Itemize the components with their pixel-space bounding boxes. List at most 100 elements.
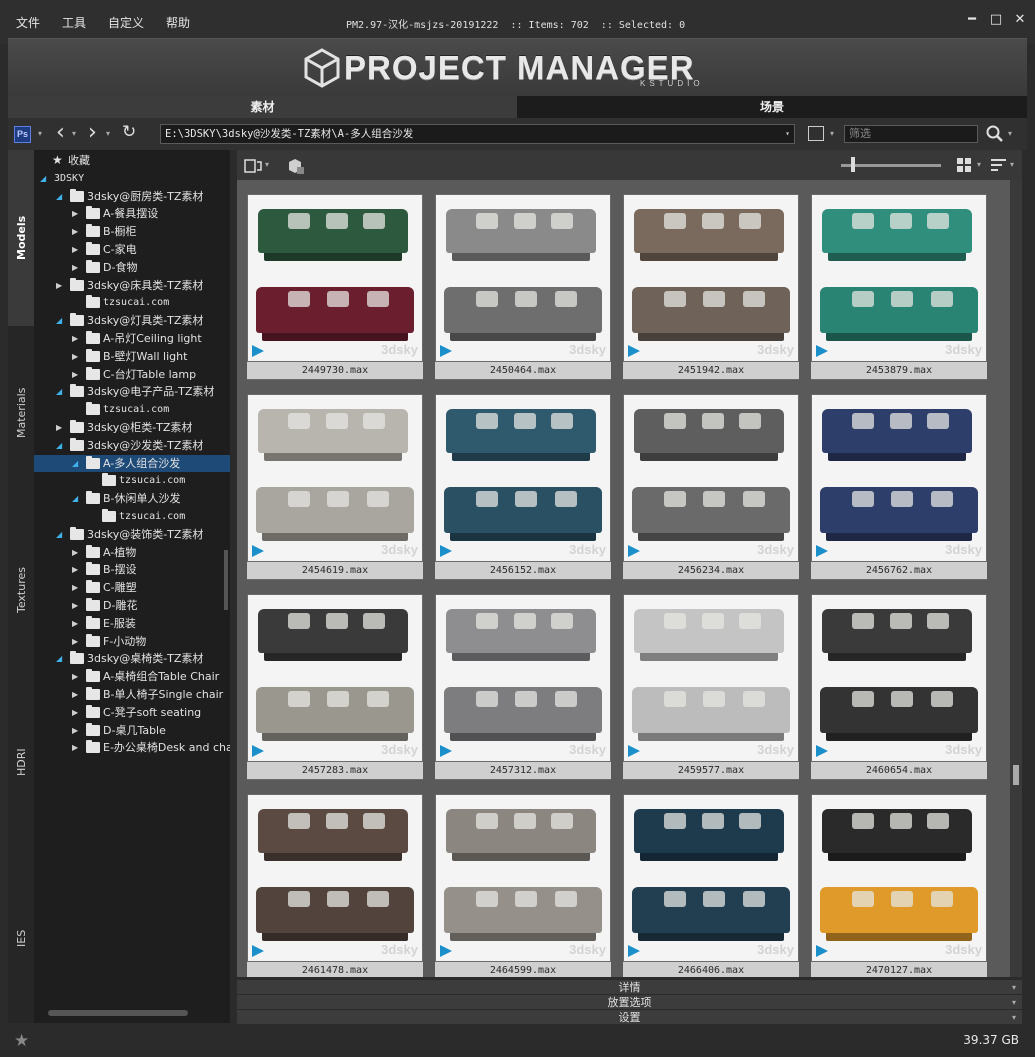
tree-item[interactable]: ◢ 3dsky@沙发类-TZ素材 [34, 437, 230, 454]
collapsed-arrow-icon[interactable]: ▶ [72, 241, 78, 258]
expanded-arrow-icon[interactable]: ◢ [40, 170, 46, 187]
collapsed-arrow-icon[interactable]: ▶ [72, 561, 78, 578]
tree-item[interactable]: tzsucai.com [34, 472, 230, 489]
tree-item[interactable]: ◢ 3dsky@厨房类-TZ素材 [34, 188, 230, 205]
forward-icon[interactable]: › [88, 120, 97, 145]
expanded-arrow-icon[interactable]: ◢ [56, 383, 62, 400]
collapsed-arrow-icon[interactable]: ▶ [72, 739, 78, 756]
collapsed-arrow-icon[interactable]: ▶ [72, 704, 78, 721]
back-dropdown-icon[interactable]: ▾ [72, 129, 76, 138]
zoom-slider-handle[interactable] [851, 157, 855, 172]
ps-dropdown-icon[interactable]: ▾ [38, 129, 42, 138]
minimize-button[interactable]: ━ [965, 12, 979, 27]
collapsed-arrow-icon[interactable]: ▶ [72, 259, 78, 276]
favorite-star-icon[interactable]: ★ [14, 1031, 29, 1051]
thumbnail-item[interactable]: 3dsky 2450464.max [435, 194, 611, 380]
grid-scroll-thumb[interactable] [1013, 765, 1019, 785]
checklist-dropdown-icon[interactable]: ▾ [830, 129, 834, 138]
panel-placement-options[interactable]: 放置选项 ▾ [237, 994, 1022, 1009]
menu-tools[interactable]: 工具 [62, 14, 86, 31]
collapsed-arrow-icon[interactable]: ▶ [72, 348, 78, 365]
maximize-button[interactable]: □ [989, 12, 1003, 27]
tree-item[interactable]: ▶ 3dsky@床具类-TZ素材 [34, 277, 230, 294]
thumbnail-item[interactable]: 3dsky 2461478.max [247, 794, 423, 977]
tab-scenes[interactable]: 场景 [517, 96, 1027, 118]
expanded-arrow-icon[interactable]: ◢ [56, 437, 62, 454]
panel-details[interactable]: 详情 ▾ [237, 979, 1022, 994]
thumbnail-item[interactable]: 3dsky 2457312.max [435, 594, 611, 780]
collapsed-arrow-icon[interactable]: ▶ [72, 579, 78, 596]
tree-item[interactable]: ▶ A-餐具摆设 [34, 205, 230, 222]
thumbnail-item[interactable]: 3dsky 2464599.max [435, 794, 611, 977]
model-preview-icon[interactable] [285, 156, 305, 176]
thumbnail-item[interactable]: 3dsky 2449730.max [247, 194, 423, 380]
path-field[interactable]: E:\3DSKY\3dsky@沙发类-TZ素材\A-多人组合沙发 ▾ [160, 124, 795, 144]
tree-item[interactable]: ◢ A-多人组合沙发 [34, 454, 230, 472]
thumbnail-item[interactable]: 3dsky 2453879.max [811, 194, 987, 380]
photoshop-icon[interactable]: Ps [14, 126, 31, 143]
swap-dropdown-icon[interactable]: ▾ [265, 160, 269, 169]
sort-dropdown-icon[interactable]: ▾ [1010, 160, 1014, 169]
menu-customize[interactable]: 自定义 [108, 14, 144, 31]
collapsed-arrow-icon[interactable]: ▶ [72, 205, 78, 222]
collapsed-arrow-icon[interactable]: ▶ [72, 366, 78, 383]
panel-settings[interactable]: 设置 ▾ [237, 1009, 1022, 1024]
tree-item[interactable]: ▶ B-橱柜 [34, 223, 230, 240]
tree-item[interactable]: ▶ D-雕花 [34, 597, 230, 614]
tree-item[interactable]: ▶ A-桌椅组合Table Chair [34, 668, 230, 685]
refresh-icon[interactable]: ↻ [122, 122, 136, 142]
thumbnail-item[interactable]: 3dsky 2470127.max [811, 794, 987, 977]
expanded-arrow-icon[interactable]: ◢ [56, 526, 62, 543]
thumbnail-item[interactable]: 3dsky 2460654.max [811, 594, 987, 780]
collapsed-arrow-icon[interactable]: ▶ [56, 419, 62, 436]
tree-item[interactable]: ▶ D-食物 [34, 259, 230, 276]
tree-item[interactable]: ▶ C-雕塑 [34, 579, 230, 596]
expanded-arrow-icon[interactable]: ◢ [72, 490, 78, 507]
tree-horizontal-scrollbar[interactable] [48, 1010, 188, 1016]
tree-item[interactable]: ◢ B-休闲单人沙发 [34, 490, 230, 507]
expanded-arrow-icon[interactable]: ◢ [56, 650, 62, 667]
thumbnail-item[interactable]: 3dsky 2456234.max [623, 394, 799, 580]
collapsed-arrow-icon[interactable]: ▶ [72, 633, 78, 650]
tree-item[interactable]: ▶ C-家电 [34, 241, 230, 258]
filter-input[interactable]: 筛选 [844, 125, 978, 143]
checklist-icon[interactable] [808, 126, 824, 141]
sort-icon[interactable] [991, 159, 1006, 172]
collapsed-arrow-icon[interactable]: ▶ [72, 223, 78, 240]
thumbnail-item[interactable]: 3dsky 2457283.max [247, 594, 423, 780]
expanded-arrow-icon[interactable]: ◢ [56, 188, 62, 205]
tree-item[interactable]: ▶ A-吊灯Ceiling light [34, 330, 230, 347]
tree-item[interactable]: ◢ 3dsky@灯具类-TZ素材 [34, 312, 230, 329]
path-dropdown-icon[interactable]: ▾ [785, 125, 790, 143]
tree-item[interactable]: ▶ 3dsky@柜类-TZ素材 [34, 419, 230, 436]
collapsed-arrow-icon[interactable]: ▶ [72, 686, 78, 703]
tree-item[interactable]: ★ 收藏 [34, 152, 230, 169]
thumbnail-item[interactable]: 3dsky 2459577.max [623, 594, 799, 780]
tree-item[interactable]: tzsucai.com [34, 294, 230, 311]
tree-item[interactable]: ▶ C-凳子soft seating [34, 704, 230, 721]
collapsed-arrow-icon[interactable]: ▶ [72, 544, 78, 561]
menu-file[interactable]: 文件 [16, 14, 40, 31]
collapsed-arrow-icon[interactable]: ▶ [72, 668, 78, 685]
collapsed-arrow-icon[interactable]: ▶ [72, 615, 78, 632]
menu-help[interactable]: 帮助 [166, 14, 190, 31]
search-dropdown-icon[interactable]: ▾ [1008, 129, 1012, 138]
thumbnail-item[interactable]: 3dsky 2466406.max [623, 794, 799, 977]
thumbnail-item[interactable]: 3dsky 2456762.max [811, 394, 987, 580]
thumbnail-item[interactable]: 3dsky 2454619.max [247, 394, 423, 580]
tree-item[interactable]: ◢ 3dsky@电子产品-TZ素材 [34, 383, 230, 400]
expanded-arrow-icon[interactable]: ◢ [72, 455, 78, 472]
tree-item[interactable]: ▶ C-台灯Table lamp [34, 366, 230, 383]
tree-item[interactable]: ▶ A-植物 [34, 544, 230, 561]
tree-item[interactable]: ▶ E-办公桌椅Desk and chair [34, 739, 230, 756]
side-tab-materials[interactable]: Materials [8, 326, 34, 501]
search-icon[interactable] [986, 125, 1004, 143]
tree-item[interactable]: ◢ 3DSKY [34, 170, 230, 187]
tree-item[interactable]: ▶ B-摆设 [34, 561, 230, 578]
side-tab-models[interactable]: Models [8, 150, 34, 326]
side-tab-ies[interactable]: IES [8, 851, 34, 1023]
collapsed-arrow-icon[interactable]: ▶ [72, 722, 78, 739]
tab-assets[interactable]: 素材 [8, 96, 517, 118]
tree-item[interactable]: ◢ 3dsky@桌椅类-TZ素材 [34, 650, 230, 667]
tree-item[interactable]: ▶ F-小动物 [34, 633, 230, 650]
